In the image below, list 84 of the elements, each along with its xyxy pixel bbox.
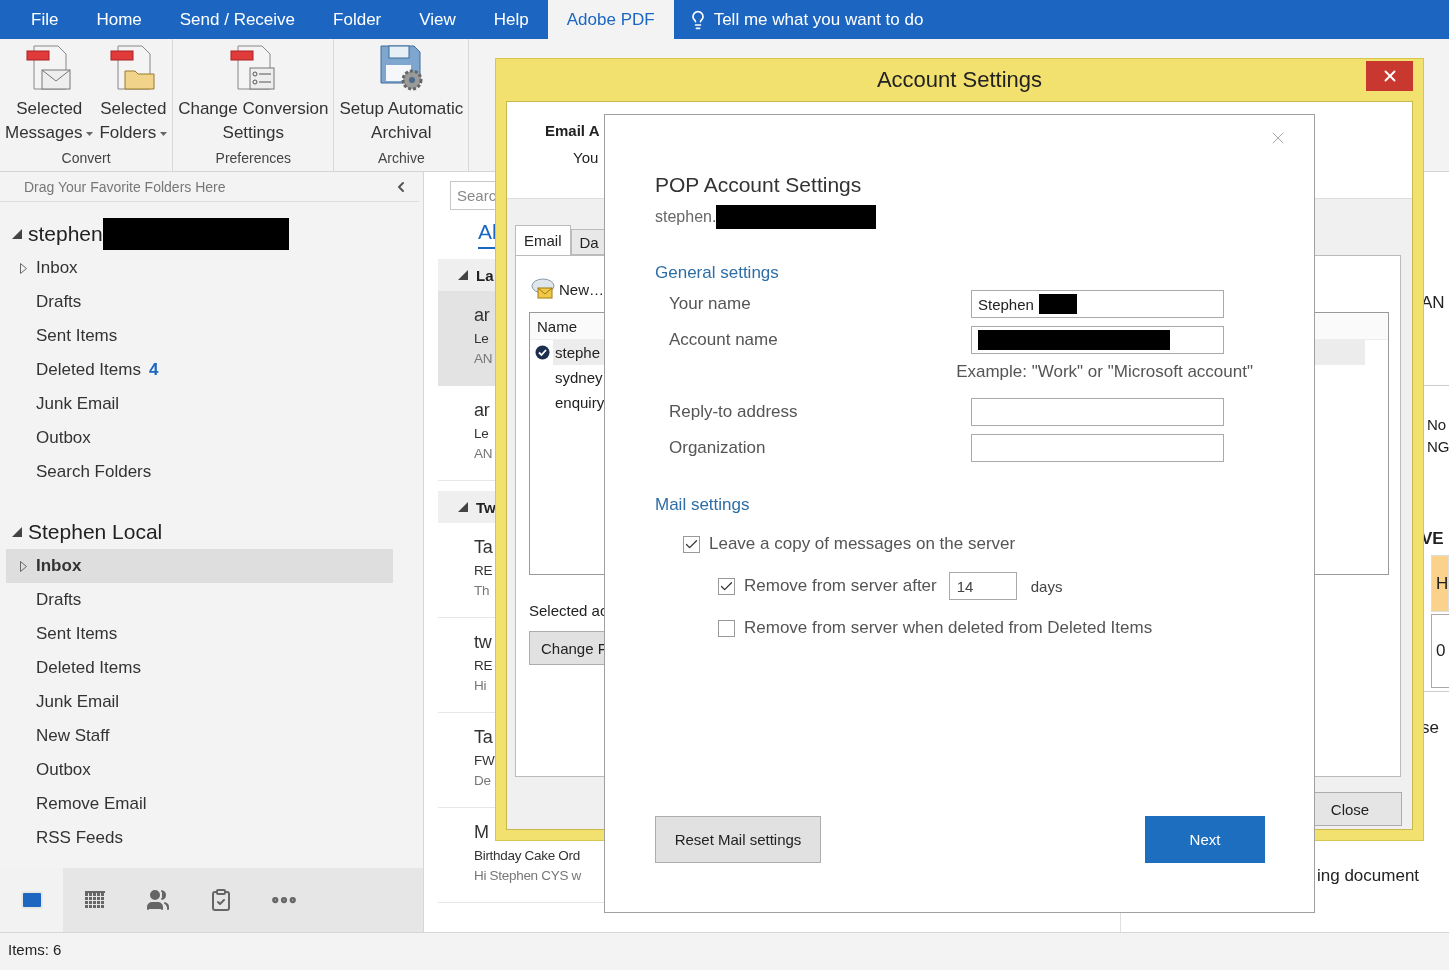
body-text: ing document: [1317, 866, 1421, 886]
folder-item[interactable]: Deleted Items: [6, 651, 393, 685]
new-button[interactable]: New…: [559, 280, 604, 298]
favorites-hint: Drag Your Favorite Folders Here: [24, 178, 226, 195]
folder-item[interactable]: Outbox: [6, 421, 393, 455]
group-header[interactable]: La: [476, 266, 494, 284]
ribbon-button[interactable]: Change Conversion Settings: [175, 43, 332, 150]
group-label: Convert: [61, 150, 111, 168]
section-heading: General settings: [655, 263, 780, 283]
body-text: NG: [1427, 438, 1449, 455]
menu-tab[interactable]: Adobe PDF: [547, 0, 674, 39]
section-heading: Mail settings: [655, 495, 751, 515]
folder-item[interactable]: Outbox: [6, 753, 393, 787]
group-label: Preferences: [215, 150, 292, 168]
dialog-description: You: [573, 149, 599, 166]
folder-item[interactable]: Junk Email: [6, 387, 393, 421]
redaction-bar: [1038, 294, 1077, 314]
reset-button[interactable]: Reset Mail settings: [655, 816, 821, 863]
account-name[interactable]: stephen: [28, 222, 103, 246]
field-hint: Example: "Work" or "Microsoft account": [956, 362, 1253, 382]
dropdown-caret-icon: [160, 131, 168, 136]
checkbox[interactable]: [718, 577, 735, 595]
folder-item[interactable]: Sent Items: [6, 319, 393, 353]
account-address: stephen.: [655, 208, 717, 226]
expanded-triangle-icon[interactable]: [12, 527, 22, 537]
days-label: days: [1030, 577, 1063, 595]
dialog-title: POP Account Settings: [655, 173, 863, 197]
menu-tab[interactable]: View: [400, 0, 475, 39]
folder-item[interactable]: Sent Items: [6, 617, 393, 651]
field-label: Reply-to address: [669, 402, 799, 422]
option-label: Remove from server after: [744, 576, 937, 596]
dropdown-caret-icon: [86, 131, 94, 136]
menu-tab[interactable]: File: [12, 0, 78, 39]
folder-item[interactable]: Drafts: [6, 583, 393, 617]
ribbon-button[interactable]: Setup Automatic Archival: [336, 43, 467, 150]
folder-item[interactable]: Junk Email: [6, 685, 393, 719]
group-header[interactable]: Tw: [476, 498, 496, 516]
text-field[interactable]: Stephen: [971, 290, 1224, 318]
account-name[interactable]: Stephen Local: [28, 520, 163, 544]
option-label: Leave a copy of messages on the server: [709, 534, 1016, 554]
folder-item[interactable]: New Staff: [6, 719, 393, 753]
folder-item[interactable]: Drafts: [6, 285, 393, 319]
folder-item[interactable]: Deleted Items 4: [6, 353, 393, 387]
tell-me-field[interactable]: Tell me what you want to do: [713, 9, 924, 30]
folder-item[interactable]: Remove Email: [6, 787, 393, 821]
ribbon-button[interactable]: Selected Folders: [96, 43, 171, 150]
menu-tab[interactable]: Send / Receive: [160, 0, 315, 39]
collapsed-triangle-icon[interactable]: [20, 560, 27, 572]
new-account-icon: [531, 278, 555, 300]
field-label: Organization: [669, 438, 767, 458]
folder-item[interactable]: Inbox: [6, 549, 393, 583]
close-button[interactable]: [1366, 61, 1413, 91]
menu-tab[interactable]: Help: [474, 0, 548, 39]
group-label: Archive: [378, 150, 425, 168]
expanded-triangle-icon[interactable]: [458, 270, 468, 280]
text-field[interactable]: [971, 326, 1224, 354]
table-cell: 0: [1431, 614, 1449, 688]
people-icon[interactable]: [145, 888, 170, 912]
collapsed-triangle-icon[interactable]: [20, 262, 27, 274]
text-field[interactable]: [971, 434, 1224, 462]
dialog-heading: Email A: [545, 122, 600, 139]
option-label: Remove from server when deleted from Deleted Items: [744, 618, 1153, 638]
folder-item[interactable]: Inbox: [6, 251, 393, 285]
days-field[interactable]: 14: [948, 572, 1017, 600]
next-button[interactable]: Next: [1145, 816, 1265, 863]
field-label: Your name: [669, 294, 752, 314]
expanded-triangle-icon[interactable]: [12, 229, 22, 239]
expanded-triangle-icon[interactable]: [458, 502, 468, 512]
dialog-title: Account Settings: [876, 67, 1043, 93]
folder-item[interactable]: RSS Feeds: [6, 821, 393, 855]
menu-tab[interactable]: Home: [77, 0, 161, 39]
calendar-icon[interactable]: [84, 891, 105, 909]
folder-item[interactable]: Search Folders: [6, 455, 393, 489]
checkbox[interactable]: [683, 535, 700, 553]
dialog-tab[interactable]: Email: [515, 225, 571, 255]
ribbon-button[interactable]: Selected Messages: [2, 43, 97, 150]
body-text: No: [1427, 416, 1448, 433]
text-field[interactable]: [971, 398, 1224, 426]
table-header-cell: H: [1431, 555, 1449, 612]
checkbox[interactable]: [718, 619, 735, 637]
status-bar: Items: 6: [0, 932, 1449, 970]
nav-button[interactable]: [0, 868, 63, 932]
menu-tab[interactable]: Folder: [314, 0, 401, 39]
default-check-icon: [535, 345, 550, 360]
